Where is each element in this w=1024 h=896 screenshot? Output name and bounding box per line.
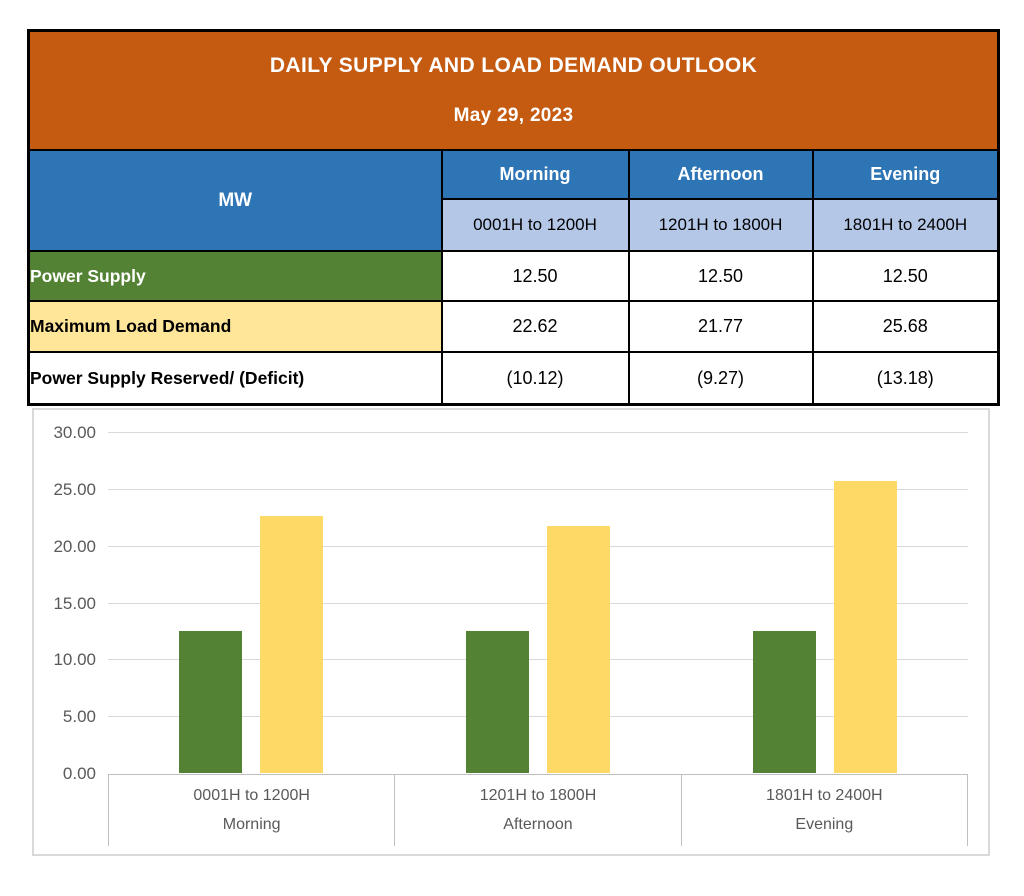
bar-power-supply bbox=[179, 631, 242, 773]
supply-demand-table: DAILY SUPPLY AND LOAD DEMAND OUTLOOK May… bbox=[27, 29, 1000, 406]
bar-maximum-load-demand bbox=[834, 481, 897, 773]
table-row-power-supply: Power Supply 12.50 12.50 12.50 bbox=[29, 251, 999, 301]
chart-plot-area bbox=[108, 432, 968, 773]
row-label-power-supply: Power Supply bbox=[29, 251, 442, 301]
unit-label-cell: MW bbox=[29, 150, 442, 251]
y-tick-label: 10.00 bbox=[34, 651, 96, 668]
value-demand-evening: 25.68 bbox=[813, 301, 999, 352]
bar-group bbox=[395, 432, 682, 773]
x-category-line: Morning bbox=[223, 817, 281, 833]
supply-demand-bar-chart: 0.00 5.00 10.00 15.00 20.00 25.00 30.00 0001H … bbox=[32, 408, 990, 856]
x-category-label: 1201H to 1800H Afternoon bbox=[394, 775, 680, 846]
y-tick-label: 5.00 bbox=[34, 708, 96, 725]
x-category-label: 0001H to 1200H Morning bbox=[108, 775, 394, 846]
x-category-line: 1201H to 1800H bbox=[480, 788, 597, 804]
bar-maximum-load-demand bbox=[547, 526, 610, 773]
x-category-line: 0001H to 1200H bbox=[193, 788, 310, 804]
header-afternoon: Afternoon bbox=[629, 150, 813, 199]
value-supply-afternoon: 12.50 bbox=[629, 251, 813, 301]
hours-morning: 0001H to 1200H bbox=[442, 199, 629, 251]
y-tick-label: 0.00 bbox=[34, 765, 96, 782]
y-tick-label: 25.00 bbox=[34, 481, 96, 498]
y-tick-label: 30.00 bbox=[34, 424, 96, 441]
x-category-line: 1801H to 2400H bbox=[766, 788, 883, 804]
value-supply-evening: 12.50 bbox=[813, 251, 999, 301]
report-page: DAILY SUPPLY AND LOAD DEMAND OUTLOOK May… bbox=[0, 0, 1024, 896]
value-reserve-evening: (13.18) bbox=[813, 352, 999, 405]
x-category-line: Afternoon bbox=[503, 817, 572, 833]
value-reserve-morning: (10.12) bbox=[442, 352, 629, 405]
header-morning: Morning bbox=[442, 150, 629, 199]
hours-evening: 1801H to 2400H bbox=[813, 199, 999, 251]
y-tick-label: 20.00 bbox=[34, 538, 96, 555]
table-row-max-load-demand: Maximum Load Demand 22.62 21.77 25.68 bbox=[29, 301, 999, 352]
title-row: DAILY SUPPLY AND LOAD DEMAND OUTLOOK May… bbox=[29, 31, 999, 151]
table-date: May 29, 2023 bbox=[30, 105, 997, 127]
table-title: DAILY SUPPLY AND LOAD DEMAND OUTLOOK bbox=[30, 54, 997, 78]
y-tick-label: 15.00 bbox=[34, 595, 96, 612]
table-row-reserve-deficit: Power Supply Reserved/ (Deficit) (10.12)… bbox=[29, 352, 999, 405]
period-header-row: MW Morning Afternoon Evening bbox=[29, 150, 999, 199]
header-evening: Evening bbox=[813, 150, 999, 199]
bar-power-supply bbox=[466, 631, 529, 773]
row-label-max-load-demand: Maximum Load Demand bbox=[29, 301, 442, 352]
bar-maximum-load-demand bbox=[260, 516, 323, 773]
x-category-label: 1801H to 2400H Evening bbox=[681, 775, 968, 846]
value-demand-morning: 22.62 bbox=[442, 301, 629, 352]
bar-group bbox=[681, 432, 968, 773]
value-reserve-afternoon: (9.27) bbox=[629, 352, 813, 405]
row-label-reserve-deficit: Power Supply Reserved/ (Deficit) bbox=[29, 352, 442, 405]
x-category-line: Evening bbox=[795, 817, 853, 833]
bar-power-supply bbox=[753, 631, 816, 773]
bar-group bbox=[108, 432, 395, 773]
title-cell: DAILY SUPPLY AND LOAD DEMAND OUTLOOK May… bbox=[29, 31, 999, 151]
hours-afternoon: 1201H to 1800H bbox=[629, 199, 813, 251]
chart-x-axis: 0001H to 1200H Morning 1201H to 1800H After… bbox=[108, 774, 968, 846]
value-supply-morning: 12.50 bbox=[442, 251, 629, 301]
value-demand-afternoon: 21.77 bbox=[629, 301, 813, 352]
